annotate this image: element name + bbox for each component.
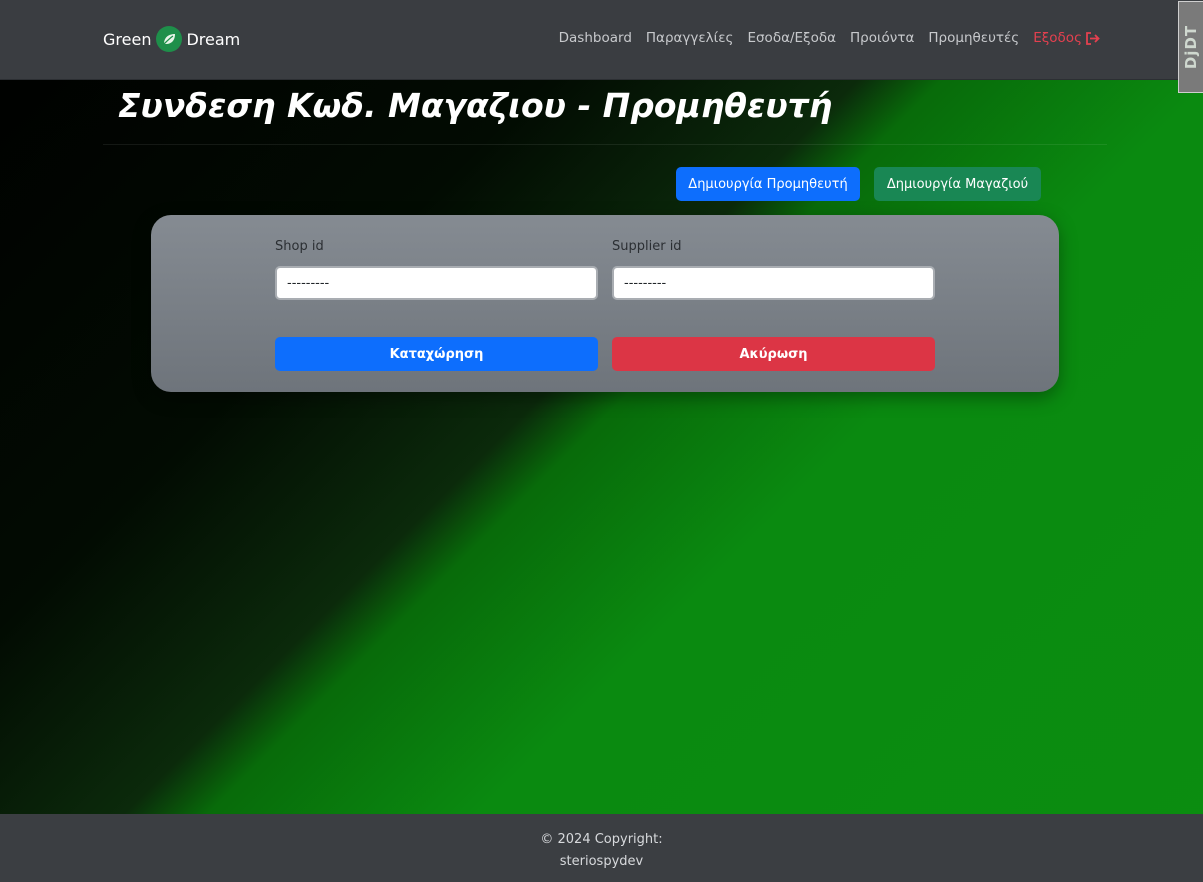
cancel-button[interactable]: Ακύρωση (612, 337, 935, 371)
nav-dashboard[interactable]: Dashboard (559, 30, 632, 46)
create-supplier-button[interactable]: Δημιουργία Προμηθευτή (676, 167, 860, 201)
nav-income-expenses[interactable]: Εσοδα/Εξοδα (747, 30, 836, 46)
brand-link[interactable]: Green Dream (103, 24, 240, 54)
debug-toolbar-label: DjDT (1182, 24, 1200, 70)
navbar: Green Dream Dashboard Παραγγελίες Εσοδα/… (0, 0, 1203, 80)
footer-copyright: © 2024 Copyright: (540, 832, 663, 847)
title-divider (103, 144, 1107, 145)
shop-id-select[interactable]: --------- (275, 266, 598, 300)
nav-suppliers[interactable]: Προμηθευτές (928, 30, 1019, 46)
nav-orders[interactable]: Παραγγελίες (646, 30, 734, 46)
page-title: Συνδεση Κωδ. Μαγαζιου - Προμηθευτή (118, 86, 833, 125)
nav-links: Dashboard Παραγγελίες Εσοδα/Εξοδα Προιόν… (559, 30, 1100, 46)
shop-id-label: Shop id (275, 239, 324, 254)
nav-products[interactable]: Προιόντα (850, 30, 914, 46)
shop-id-value: --------- (287, 275, 330, 291)
footer: © 2024 Copyright: steriospydev (0, 814, 1203, 882)
supplier-id-label: Supplier id (612, 239, 682, 254)
submit-button[interactable]: Καταχώρηση (275, 337, 598, 371)
logout-label: Εξοδος (1033, 30, 1082, 46)
supplier-id-select[interactable]: --------- (612, 266, 935, 300)
logout-icon (1086, 31, 1100, 45)
brand-name-left: Green (103, 29, 152, 49)
debug-toolbar-handle[interactable]: DjDT (1178, 1, 1203, 93)
create-shop-button[interactable]: Δημιουργία Μαγαζιού (874, 167, 1041, 201)
brand-name-right: Dream (186, 29, 241, 49)
leaf-logo-icon (156, 26, 183, 52)
footer-author: steriospydev (559, 854, 644, 869)
nav-logout[interactable]: Εξοδος (1033, 30, 1100, 46)
supplier-id-value: --------- (624, 275, 667, 291)
